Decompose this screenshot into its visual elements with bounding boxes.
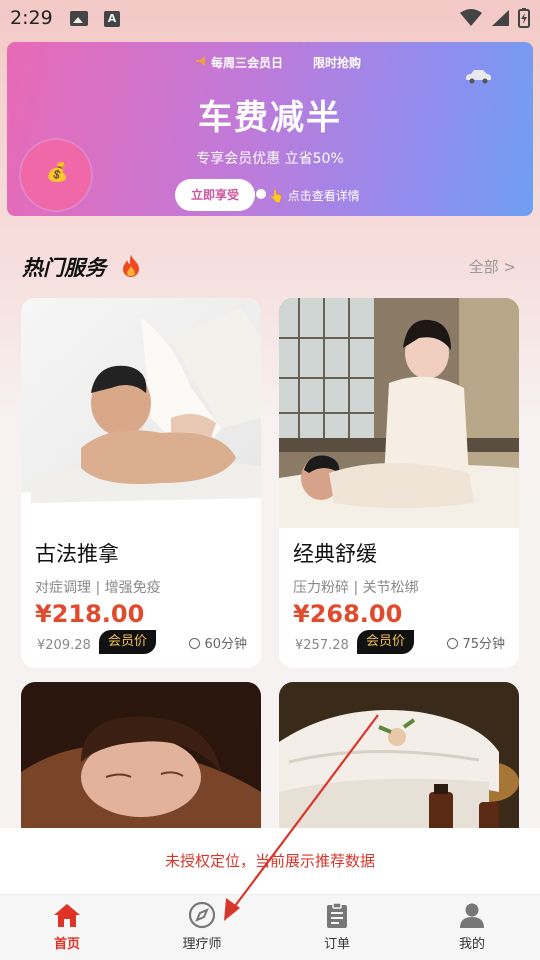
original-price: ¥209.28 xyxy=(37,638,91,653)
tab-orders[interactable]: 订单 xyxy=(292,901,382,957)
flash-sale-tag: 限时抢购 xyxy=(313,56,362,70)
banner-hint[interactable]: 👆 点击查看详情 xyxy=(269,187,360,204)
clock-icon xyxy=(447,638,459,649)
status-time: 2:29 xyxy=(10,7,53,29)
compass-icon xyxy=(188,901,216,929)
service-card[interactable]: 古法推拿 对症调理 | 增强免疫 ¥218.00 ¥209.28 会员价 60分… xyxy=(21,298,261,668)
car-icon xyxy=(466,70,491,84)
service-photo xyxy=(21,298,261,528)
money-bag-badge: 💰 xyxy=(21,140,91,210)
service-name: 古法推拿 xyxy=(35,542,119,566)
banner-dot xyxy=(256,189,266,199)
duration-label: 60分钟 xyxy=(204,637,247,652)
service-photo xyxy=(279,298,519,528)
banner-title: 车费减半 xyxy=(198,98,342,138)
service-card[interactable]: 经典舒缓 压力粉碎 | 关节松绑 ¥268.00 ¥257.28 会员价 75分… xyxy=(279,298,519,668)
service-photo xyxy=(279,682,519,842)
service-name: 经典舒缓 xyxy=(293,542,377,566)
service-photo xyxy=(21,682,261,842)
wifi-icon xyxy=(460,9,482,26)
service-card[interactable] xyxy=(21,682,261,842)
location-toast: 未授权定位，当前展示推荐数据 xyxy=(0,828,540,894)
tab-label: 订单 xyxy=(323,937,350,952)
weekly-member-tag: 每周三会员日 xyxy=(195,54,283,71)
status-icons xyxy=(460,7,530,29)
signal-icon xyxy=(492,10,509,26)
weekly-member-label: 每周三会员日 xyxy=(211,56,284,70)
enjoy-now-button[interactable]: 立即享受 xyxy=(175,179,255,211)
home-icon xyxy=(54,904,80,927)
service-duration: 60分钟 xyxy=(189,633,247,652)
bottom-nav: 首页 理疗师 订单 我的 xyxy=(0,894,540,960)
image-notification-icon xyxy=(70,11,88,26)
tab-label: 我的 xyxy=(458,937,485,952)
tab-label: 首页 xyxy=(53,937,80,952)
fire-icon xyxy=(123,255,139,277)
service-price: ¥218.00 xyxy=(35,600,145,628)
service-duration: 75分钟 xyxy=(447,633,505,652)
service-tags: 压力粉碎 | 关节松绑 xyxy=(293,580,419,596)
section-title: 热门服务 xyxy=(22,256,106,280)
original-price: ¥257.28 xyxy=(295,638,349,653)
user-icon xyxy=(460,903,484,928)
service-tags: 对症调理 | 增强免疫 xyxy=(35,580,161,596)
duration-label: 75分钟 xyxy=(462,637,505,652)
tab-label: 理疗师 xyxy=(182,937,222,952)
member-price-badge: 会员价 xyxy=(357,630,415,654)
service-card[interactable] xyxy=(279,682,519,842)
tab-mine[interactable]: 我的 xyxy=(427,901,517,957)
battery-icon xyxy=(518,8,530,28)
status-bar: 2:29 A xyxy=(0,0,540,38)
money-bag-icon: 💰 xyxy=(46,162,69,183)
promo-banner[interactable]: 每周三会员日 限时抢购 车费减半 专享会员优惠 立省50% 立即享受 👆 点击查… xyxy=(7,42,533,216)
view-all-link[interactable]: 全部 > xyxy=(469,256,516,277)
text-notification-icon: A xyxy=(104,11,120,27)
member-price-badge: 会员价 xyxy=(99,630,157,654)
horn-icon xyxy=(195,55,207,70)
clock-icon xyxy=(189,638,201,649)
service-price: ¥268.00 xyxy=(293,600,403,628)
toast-message: 未授权定位，当前展示推荐数据 xyxy=(164,852,375,870)
tab-therapist[interactable]: 理疗师 xyxy=(157,901,247,957)
tab-home[interactable]: 首页 xyxy=(22,901,112,957)
clipboard-icon xyxy=(327,902,347,928)
